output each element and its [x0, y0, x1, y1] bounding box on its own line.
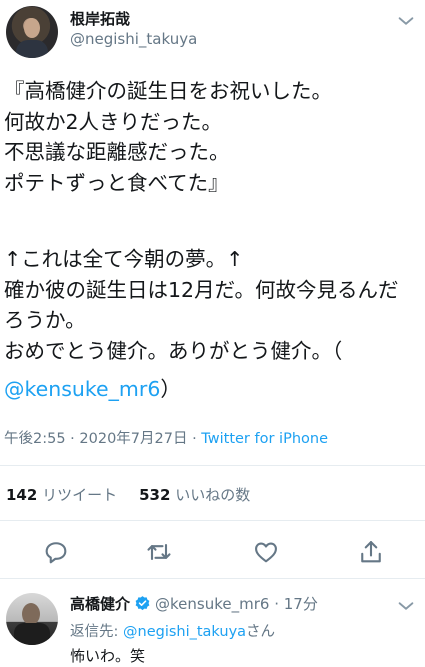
reply-to-line: 返信先: @negishi_takuyaさん	[70, 620, 275, 641]
like-icon[interactable]	[252, 538, 280, 566]
mention-link[interactable]: @kensuke_mr6	[4, 377, 160, 401]
likes-count: 532	[139, 486, 171, 504]
reply-author-name[interactable]: 高橋健介	[70, 595, 130, 613]
reply-to-suffix: さん	[246, 624, 276, 640]
action-bar	[0, 532, 425, 572]
share-icon[interactable]	[357, 538, 385, 566]
reply-header: 高橋健介 @kensuke_mr6 · 17分	[70, 593, 318, 614]
chevron-down-icon[interactable]	[395, 10, 417, 32]
retweets-count: 142	[6, 486, 38, 504]
retweet-icon[interactable]	[145, 538, 173, 566]
retweets-stat[interactable]: 142 リツイート	[6, 486, 117, 504]
avatar-shirt	[16, 40, 48, 58]
timestamp[interactable]: 午後2:55 · 2020年7月27日 ·	[4, 431, 201, 447]
likes-label: いいねの数	[175, 486, 251, 504]
tweet-meta: 午後2:55 · 2020年7月27日 · Twitter for iPhone	[4, 427, 328, 448]
divider	[0, 520, 425, 521]
verified-badge-icon	[135, 596, 150, 611]
reply-tweet[interactable]: 高橋健介 @kensuke_mr6 · 17分 返信先: @negishi_ta…	[0, 585, 425, 667]
author-name[interactable]: 根岸拓哉	[70, 8, 130, 29]
retweets-label: リツイート	[42, 486, 118, 504]
reply-time[interactable]: · 17分	[269, 595, 318, 613]
reply-text: 怖いわ。笑	[70, 647, 146, 665]
tweet-stats: 142 リツイート 532 いいねの数	[6, 484, 250, 505]
tweet-source-link[interactable]: Twitter for iPhone	[201, 431, 328, 447]
avatar-face	[24, 18, 40, 38]
reply-to-prefix: 返信先:	[70, 624, 123, 640]
reply-author-handle[interactable]: @kensuke_mr6	[155, 595, 269, 613]
tweet-body-part1: 『高橋健介の誕生日をお祝いした。 何故か2人きりだった。 不思議な距離感だった。…	[4, 79, 332, 195]
tweet-body-part2: ↑これは全て今朝の夢。↑ 確か彼の誕生日は12月だ。何故今見るんだろうか。 おめ…	[4, 247, 399, 363]
reply-icon[interactable]	[42, 538, 70, 566]
tweet-header: 根岸拓哉 @negishi_takuya	[0, 0, 425, 70]
mention-close: ）	[160, 377, 181, 401]
avatar-body	[14, 623, 50, 645]
reply-author-avatar[interactable]	[6, 593, 58, 645]
reply-to-handle-link[interactable]: @negishi_takuya	[123, 624, 246, 640]
chevron-down-icon[interactable]	[395, 595, 417, 617]
avatar-face	[22, 603, 40, 625]
author-handle[interactable]: @negishi_takuya	[70, 30, 197, 48]
divider	[0, 465, 425, 466]
likes-stat[interactable]: 532 いいねの数	[139, 486, 250, 504]
divider	[0, 578, 425, 579]
author-avatar[interactable]	[6, 6, 58, 58]
tweet-mention-line: @kensuke_mr6）	[4, 374, 181, 404]
